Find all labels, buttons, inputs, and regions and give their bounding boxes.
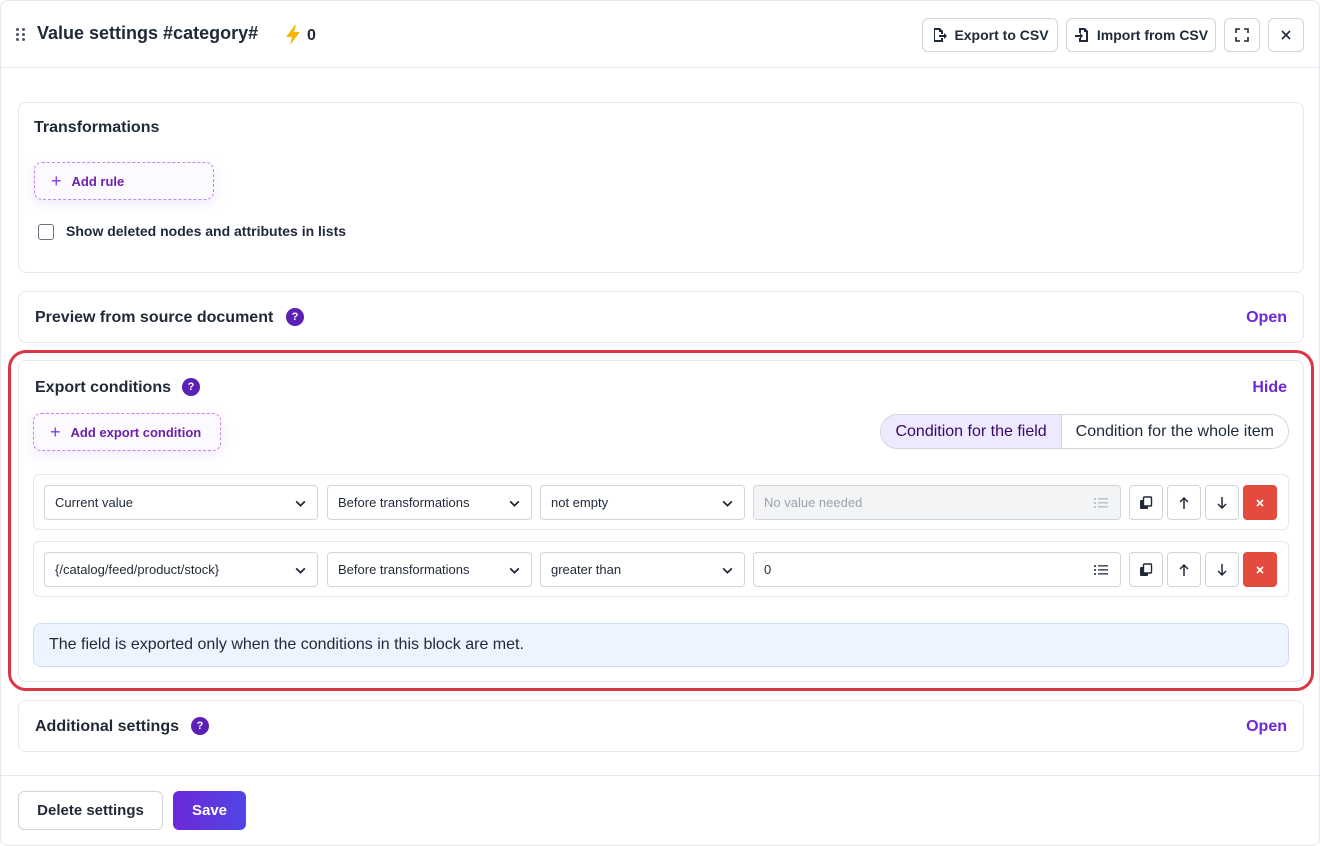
export-csv-button[interactable]: Export to CSV — [922, 18, 1058, 52]
tab-condition-field[interactable]: Condition for the field — [881, 415, 1062, 448]
transformations-card: Transformations + Add rule Show deleted … — [18, 102, 1304, 273]
help-icon[interactable]: ? — [182, 378, 200, 396]
delete-condition-button[interactable] — [1243, 552, 1277, 587]
operator-value: not empty — [551, 495, 609, 510]
additional-settings-title: Additional settings — [35, 718, 179, 735]
copy-icon — [1140, 495, 1153, 509]
help-icon[interactable]: ? — [191, 717, 209, 735]
add-rule-button[interactable]: + Add rule — [34, 162, 214, 200]
plus-icon: + — [50, 422, 61, 442]
close-button[interactable] — [1268, 18, 1304, 52]
modal-title: Value settings #category# — [37, 23, 259, 43]
preview-open-link[interactable]: Open — [1246, 309, 1287, 327]
value-text: 0 — [764, 562, 772, 577]
chevron-down-icon — [509, 567, 520, 574]
condition-scope-toggle: Condition for the field Condition for th… — [880, 414, 1289, 449]
help-icon[interactable]: ? — [286, 308, 304, 326]
move-down-button[interactable] — [1205, 485, 1239, 520]
preview-card: Preview from source document ? Open — [18, 291, 1304, 343]
source-value: Current value — [55, 495, 134, 510]
duplicate-button[interactable] — [1129, 552, 1163, 587]
show-deleted-label: Show deleted nodes and attributes in lis… — [66, 223, 347, 239]
plus-icon: + — [51, 171, 62, 191]
duplicate-button[interactable] — [1129, 485, 1163, 520]
lightning-bolt-icon — [286, 25, 300, 45]
export-file-icon — [934, 28, 948, 42]
arrow-up-icon — [1179, 496, 1189, 509]
additional-settings-open-link[interactable]: Open — [1246, 718, 1287, 736]
show-deleted-checkbox[interactable] — [38, 224, 54, 240]
stage-value: Before transformations — [338, 495, 470, 510]
import-csv-button[interactable]: Import from CSV — [1066, 18, 1216, 52]
save-button[interactable]: Save — [173, 791, 246, 830]
import-file-icon — [1074, 28, 1088, 42]
source-select[interactable]: Current value — [44, 485, 318, 520]
add-export-condition-label: Add export condition — [70, 424, 202, 440]
stage-value: Before transformations — [338, 562, 470, 577]
expand-icon — [1235, 28, 1249, 42]
tab-condition-whole-item[interactable]: Condition for the whole item — [1061, 415, 1288, 448]
close-icon — [1256, 565, 1264, 574]
operator-select[interactable]: greater than — [540, 552, 745, 587]
drag-handle-icon[interactable] — [16, 28, 26, 42]
bolt-count: 0 — [307, 27, 316, 44]
chevron-down-icon — [295, 500, 306, 507]
chevron-down-icon — [722, 567, 733, 574]
source-value: {/catalog/feed/product/stock} — [55, 562, 220, 577]
value-placeholder: No value needed — [764, 495, 863, 510]
delete-settings-button[interactable]: Delete settings — [18, 791, 163, 830]
move-down-button[interactable] — [1205, 552, 1239, 587]
condition-row: Current value Before transformations not… — [33, 474, 1289, 530]
operator-select[interactable]: not empty — [540, 485, 745, 520]
operator-value: greater than — [551, 562, 622, 577]
preview-title: Preview from source document — [35, 309, 274, 326]
move-up-button[interactable] — [1167, 485, 1201, 520]
stage-select[interactable]: Before transformations — [327, 485, 532, 520]
value-input[interactable]: 0 — [753, 552, 1121, 587]
export-conditions-title: Export conditions — [35, 379, 171, 396]
arrow-up-icon — [1179, 563, 1189, 576]
add-export-condition-button[interactable]: + Add export condition — [33, 413, 221, 451]
export-conditions-hide-link[interactable]: Hide — [1252, 379, 1287, 397]
chevron-down-icon — [509, 500, 520, 507]
delete-condition-button[interactable] — [1243, 485, 1277, 520]
arrow-down-icon — [1217, 563, 1227, 576]
chevron-down-icon — [722, 500, 733, 507]
modal-header: Value settings #category# 0 Export to CS… — [1, 1, 1319, 68]
stage-select[interactable]: Before transformations — [327, 552, 532, 587]
transformations-title: Transformations — [34, 119, 160, 136]
list-icon — [1094, 498, 1108, 508]
footer-divider — [1, 775, 1319, 776]
fullscreen-button[interactable] — [1224, 18, 1260, 52]
export-csv-label: Export to CSV — [954, 27, 1049, 43]
arrow-down-icon — [1217, 496, 1227, 509]
copy-icon — [1140, 562, 1153, 576]
import-csv-label: Import from CSV — [1096, 27, 1209, 43]
additional-settings-card: Additional settings ? Open — [18, 700, 1304, 752]
chevron-down-icon — [295, 567, 306, 574]
value-settings-modal: Value settings #category# 0 Export to CS… — [0, 0, 1320, 846]
close-icon — [1256, 498, 1264, 507]
source-select[interactable]: {/catalog/feed/product/stock} — [44, 552, 318, 587]
list-icon[interactable] — [1094, 563, 1108, 577]
export-conditions-info: The field is exported only when the cond… — [33, 623, 1289, 667]
value-input: No value needed — [753, 485, 1121, 520]
condition-row: {/catalog/feed/product/stock} Before tra… — [33, 541, 1289, 597]
close-icon — [1281, 30, 1291, 40]
export-conditions-card: Export conditions ? Hide + Add export co… — [18, 360, 1304, 682]
move-up-button[interactable] — [1167, 552, 1201, 587]
add-rule-label: Add rule — [71, 173, 125, 189]
